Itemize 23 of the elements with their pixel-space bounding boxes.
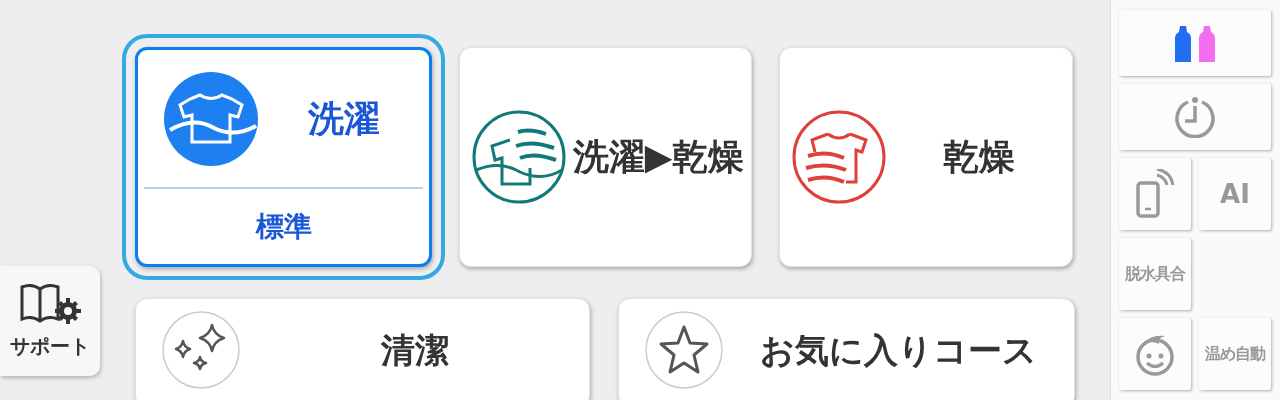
icon-button[interactable]	[1119, 10, 1271, 76]
course-button[interactable]: 洗濯▶乾燥	[459, 47, 752, 267]
course-button[interactable]: 清潔	[135, 298, 590, 400]
support-label: サポート	[10, 333, 90, 360]
course-label: 洗濯▶乾燥	[571, 135, 746, 179]
icon-button[interactable]	[1119, 318, 1191, 390]
shirt-icon	[792, 110, 886, 204]
course-sublabel: 標準	[254, 208, 313, 245]
timer-icon	[1174, 96, 1216, 138]
course-label: 清潔	[379, 328, 450, 372]
course-label: お気に入りコース	[759, 328, 1038, 372]
course-button[interactable]: 乾燥	[779, 47, 1073, 267]
book-gear-icon	[18, 281, 82, 327]
icon-button[interactable]	[1119, 84, 1271, 150]
support-button[interactable]: サポート	[0, 266, 100, 376]
course-label: 洗濯	[306, 96, 381, 141]
phone-signal-icon	[1135, 169, 1175, 219]
course-button[interactable]: お気に入りコース	[618, 298, 1075, 400]
shirt-icon	[164, 71, 258, 166]
icon-button[interactable]	[1119, 158, 1191, 230]
sparkle-icon	[162, 311, 240, 389]
shirt-icon	[472, 110, 566, 204]
course-label: 乾燥	[942, 135, 1016, 179]
